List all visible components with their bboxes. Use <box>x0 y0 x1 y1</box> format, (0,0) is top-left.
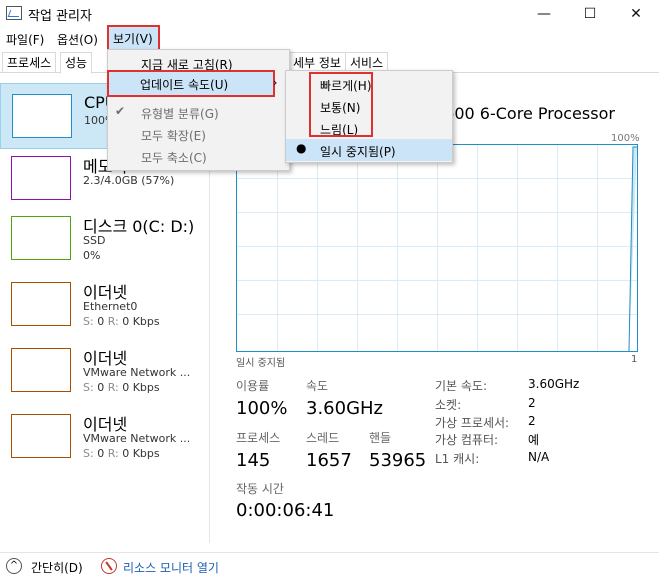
graph-scale-label: 1 <box>631 354 638 365</box>
processes-value: 145 <box>236 450 271 471</box>
tab-details[interactable]: 세부 정보 <box>288 52 346 72</box>
graph-status-label: 일시 중지됨 <box>236 358 286 369</box>
tab-services[interactable]: 서비스 <box>345 52 389 72</box>
open-resource-monitor-link[interactable]: 리소스 모니터 열기 <box>123 559 219 576</box>
chevron-right-icon: › <box>273 76 278 89</box>
adapter-name: VMware Network ... <box>83 432 191 445</box>
spec-key: L1 캐시: <box>435 452 480 466</box>
resource-ethernet-2[interactable]: 이더넷 VMware Network ... S: 0 R: 0 Kbps <box>0 411 210 477</box>
spec-key: 기본 속도: <box>435 379 488 393</box>
minimize-button[interactable]: — <box>521 0 567 28</box>
menu-collapse-all[interactable]: 모두 축소(C) <box>141 149 207 166</box>
threads-label: 스레드 <box>306 431 340 445</box>
memory-mini-graph <box>11 156 71 200</box>
throughput: S: 0 R: 0 Kbps <box>83 447 160 460</box>
task-manager-icon <box>6 6 22 20</box>
utilization-label: 이용률 <box>236 379 270 393</box>
close-button[interactable]: ✕ <box>613 0 659 28</box>
menu-speed-paused[interactable]: ● 일시 중지됨(P) <box>286 139 452 161</box>
ethernet-mini-graph <box>11 282 71 326</box>
resource-value: 2.3/4.0GB (57%) <box>83 174 175 187</box>
radio-selected-icon: ● <box>296 141 307 155</box>
spec-value: 2 <box>528 396 536 410</box>
throughput: S: 0 R: 0 Kbps <box>83 315 160 328</box>
processes-label: 프로세스 <box>236 431 281 445</box>
speed-value: 3.60GHz <box>306 398 384 419</box>
ethernet-mini-graph <box>11 414 71 458</box>
resource-ethernet-0[interactable]: 이더넷 Ethernet0 S: 0 R: 0 Kbps <box>0 279 210 345</box>
resource-disk[interactable]: 디스크 0(C: D:) SSD 0% <box>0 213 210 279</box>
cpu-usage-line <box>628 146 637 351</box>
resource-type: SSD <box>83 234 106 247</box>
window-title: 작업 관리자 <box>28 9 92 24</box>
spec-value: 3.60GHz <box>528 377 580 391</box>
disk-mini-graph <box>11 216 71 260</box>
checkmark-icon: ✔ <box>115 104 126 118</box>
throughput: S: 0 R: 0 Kbps <box>83 381 160 394</box>
menu-update-speed-label: 업데이트 속도(U) <box>140 78 229 92</box>
menu-options[interactable]: 옵션(O) <box>57 31 98 48</box>
resource-ethernet-1[interactable]: 이더넷 VMware Network ... S: 0 R: 0 Kbps <box>0 345 210 411</box>
adapter-name: VMware Network ... <box>83 366 191 379</box>
threads-value: 1657 <box>306 450 352 471</box>
handles-value: 53965 <box>369 450 427 471</box>
resource-monitor-icon <box>101 558 117 574</box>
uptime-label: 작동 시간 <box>236 482 284 496</box>
spec-key: 소켓: <box>435 398 462 412</box>
menu-view[interactable]: 보기(V) <box>107 25 160 51</box>
chevron-up-icon[interactable]: ^ <box>6 558 22 574</box>
spec-value: N/A <box>528 450 550 464</box>
ethernet-mini-graph <box>11 348 71 392</box>
cpu-usage-graph <box>236 144 638 352</box>
menu-view-label: 보기(V) <box>113 32 153 46</box>
utilization-value: 100% <box>236 398 288 419</box>
footer: ^ 간단히(D) 리소스 모니터 열기 <box>0 552 659 587</box>
menu-bar: 파일(F) 옵션(O) <box>0 28 659 50</box>
maximize-button[interactable]: ☐ <box>567 0 613 28</box>
adapter-name: Ethernet0 <box>83 300 138 313</box>
cpu-mini-graph <box>12 94 72 138</box>
tab-processes[interactable]: 프로세스 <box>2 52 57 72</box>
menu-group-by-type[interactable]: 유형별 분류(G) <box>141 105 219 122</box>
handles-label: 핸들 <box>369 431 392 445</box>
menu-file[interactable]: 파일(F) <box>6 31 44 48</box>
uptime-value: 0:00:06:41 <box>236 500 335 521</box>
fewer-details-link[interactable]: 간단히(D) <box>31 559 83 576</box>
speed-label: 속도 <box>306 379 329 393</box>
spec-key: 가상 컴퓨터: <box>435 433 499 447</box>
graph-max-label: 100% <box>611 133 640 144</box>
spec-key: 가상 프로세서: <box>435 416 510 430</box>
spec-value: 예 <box>528 433 540 447</box>
title-bar: 작업 관리자 — ☐ ✕ <box>0 0 659 28</box>
menu-update-speed[interactable]: 업데이트 속도(U) <box>107 70 275 97</box>
menu-expand-all[interactable]: 모두 확장(E) <box>141 127 206 144</box>
speed-options-highlight <box>309 72 373 137</box>
menu-speed-paused-label: 일시 중지됨(P) <box>320 145 396 159</box>
tab-performance[interactable]: 성능 <box>60 52 93 74</box>
spec-value: 2 <box>528 414 536 428</box>
view-menu: 지금 새로 고침(R) 유형별 분류(G) ✔ 모두 확장(E) 모두 축소(C… <box>107 49 290 171</box>
resource-value: 0% <box>83 249 101 262</box>
cpu-model-name: 3600 6-Core Processor <box>434 104 615 123</box>
